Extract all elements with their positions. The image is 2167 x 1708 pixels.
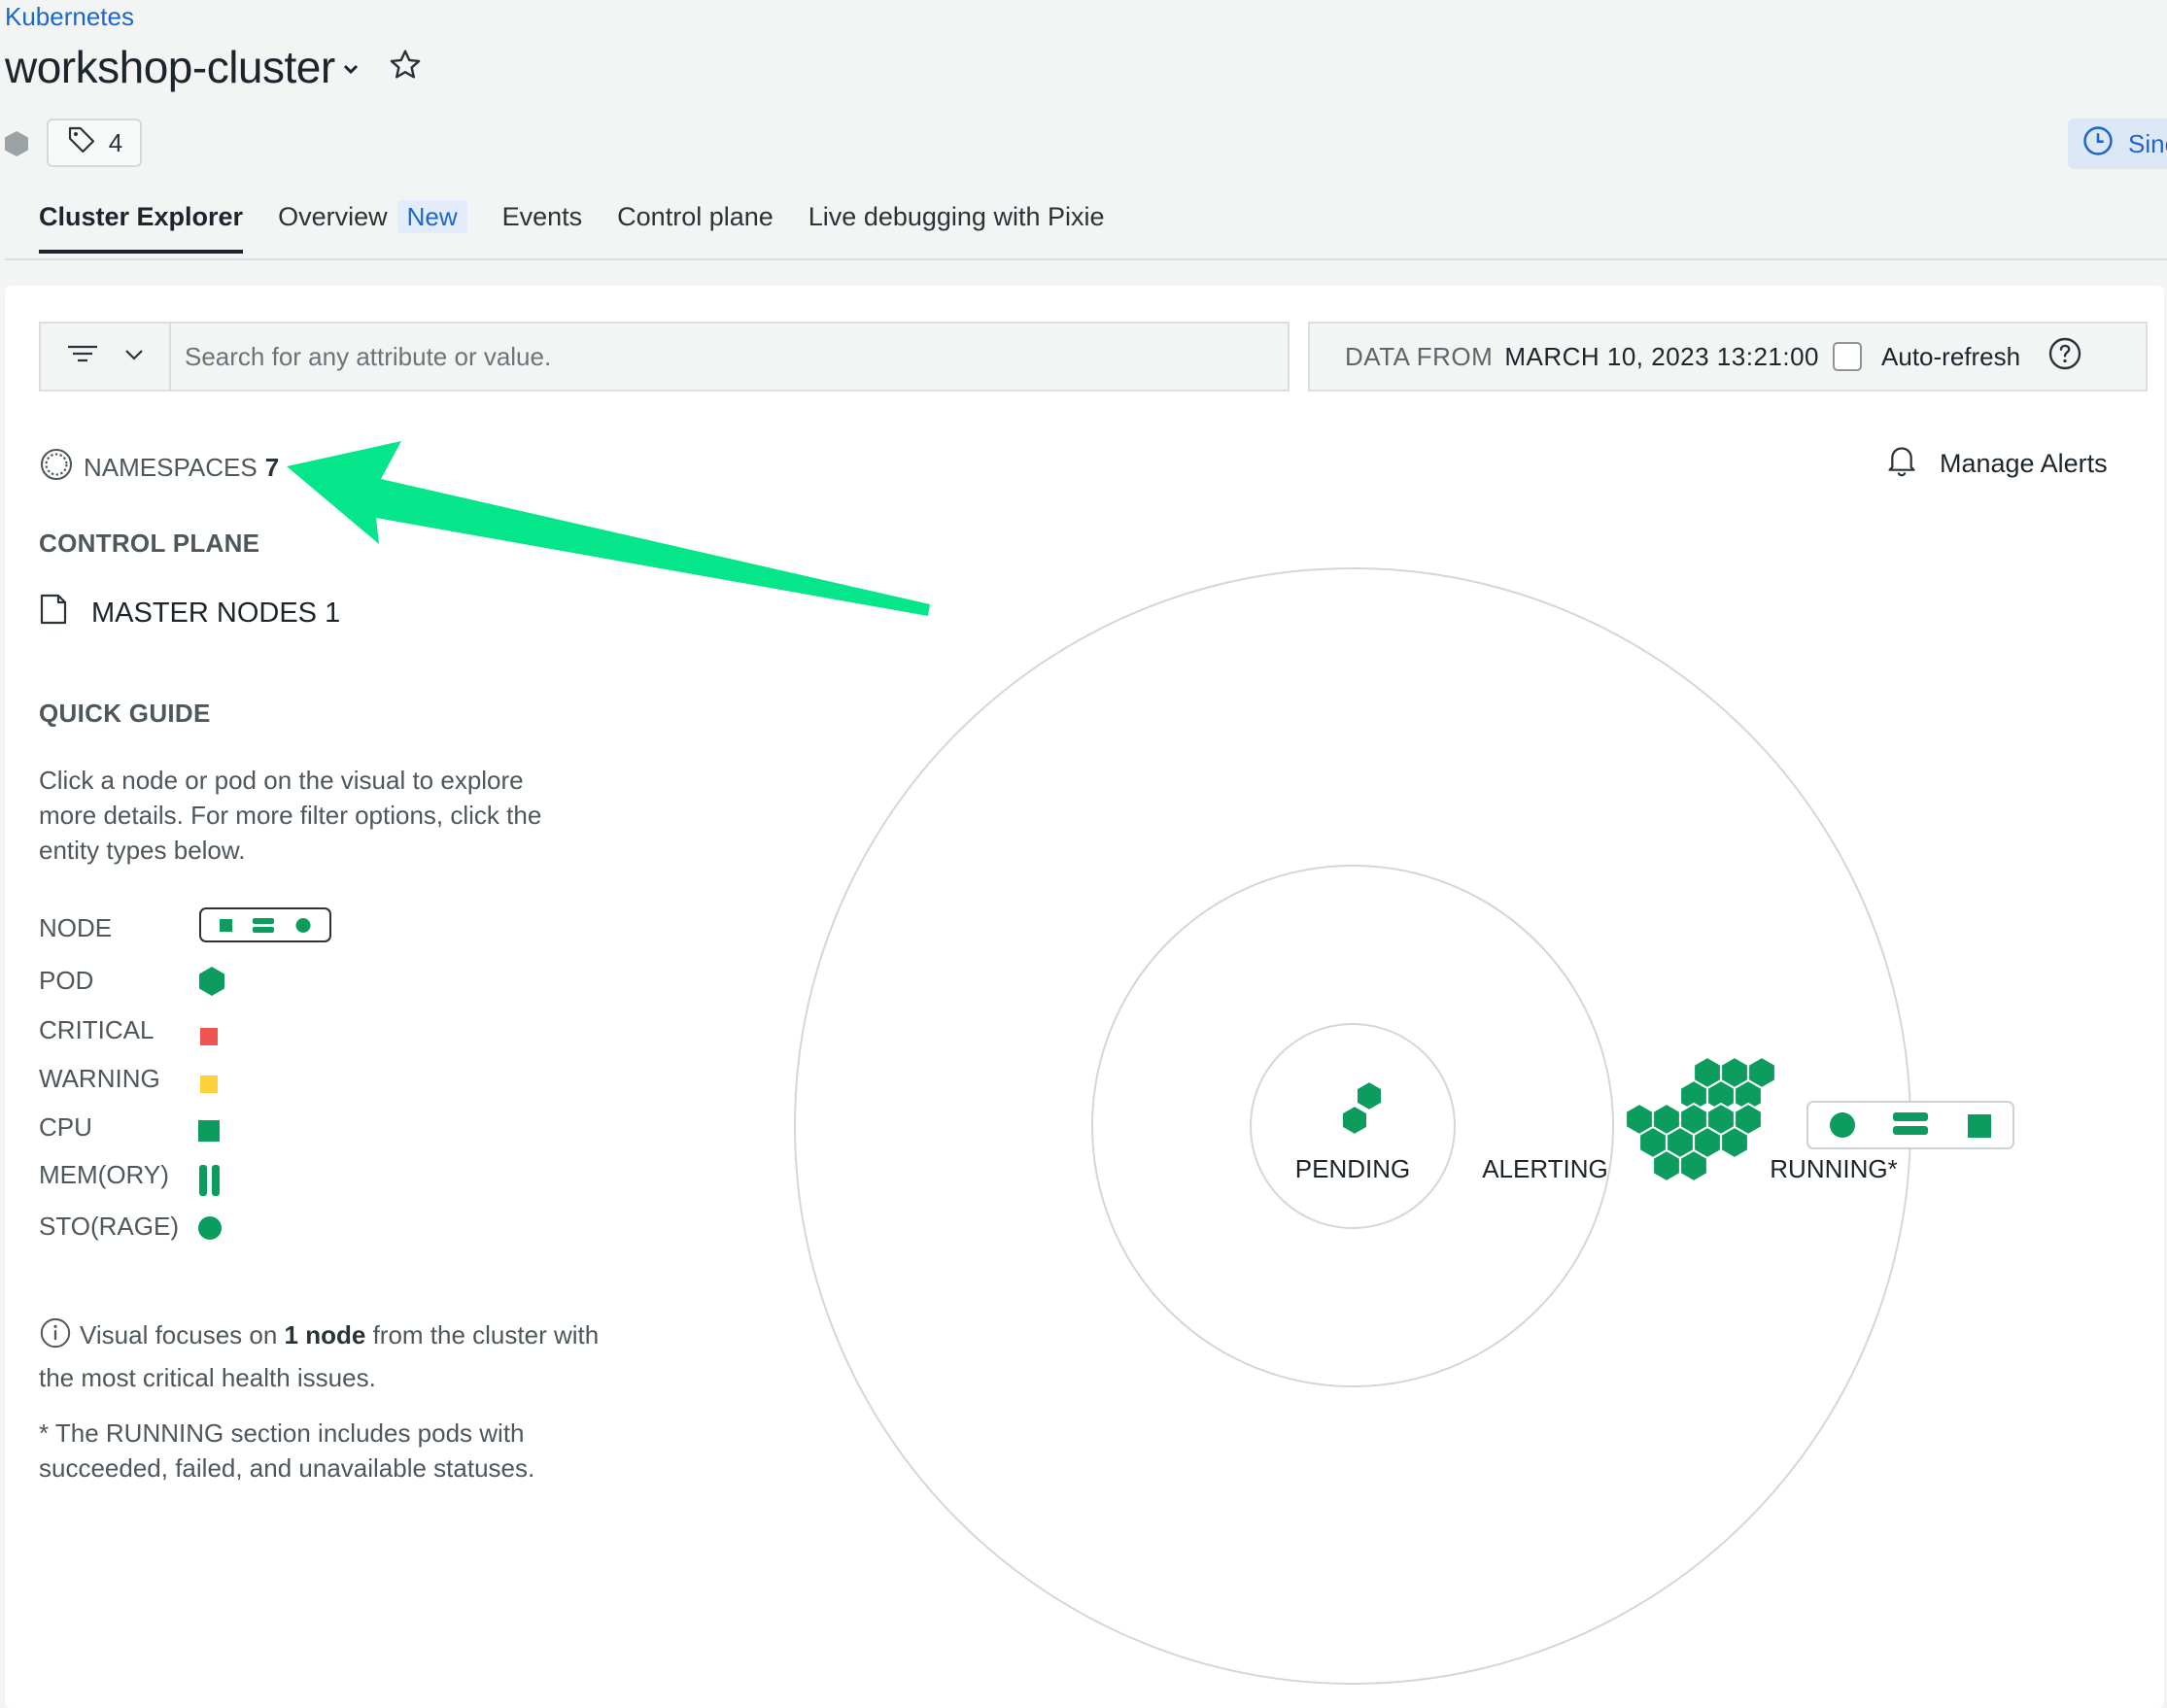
pod-hexagon-icon[interactable] (197, 966, 226, 1004)
quick-guide-text: Click a node or pod on the visual to exp… (39, 766, 542, 865)
master-nodes-item[interactable]: MASTER NODES 1 (39, 593, 340, 633)
info-icon (39, 1316, 72, 1359)
master-nodes-label: MASTER NODES (91, 597, 318, 629)
control-plane-heading: CONTROL PLANE (39, 529, 260, 558)
namespace-icon (39, 447, 74, 489)
memory-bars-icon[interactable] (197, 1164, 223, 1204)
tab-bar: Cluster Explorer Overview New Events Cont… (39, 200, 1139, 254)
cpu-indicator[interactable] (1968, 1114, 1991, 1138)
manage-alerts-button[interactable]: Manage Alerts (1885, 443, 2108, 485)
data-from-label: DATA FROM (1345, 341, 1494, 371)
visual-focus-note: Visual focuses on 1 node from the cluste… (39, 1316, 602, 1396)
auto-refresh-label[interactable]: Auto-refresh (1881, 342, 2020, 372)
tab-cluster-explorer[interactable]: Cluster Explorer (39, 202, 244, 254)
legend-memory[interactable]: MEM(ORY) (39, 1160, 169, 1190)
filter-dropdown[interactable] (41, 324, 171, 390)
data-from-value[interactable]: MARCH 10, 2023 13:21:00 (1504, 342, 1819, 372)
legend-warning[interactable]: WARNING (39, 1064, 160, 1094)
tag-icon (66, 124, 97, 162)
breadcrumb-kubernetes[interactable]: Kubernetes (5, 2, 134, 32)
pod-hexagon[interactable] (1652, 1148, 1681, 1183)
critical-square-icon[interactable] (200, 1022, 218, 1052)
tag-count: 4 (108, 127, 123, 157)
storage-circle-icon[interactable] (197, 1215, 223, 1247)
clock-icon (2081, 124, 2115, 164)
tab-live-debugging-pixie[interactable]: Live debugging with Pixie (808, 202, 1105, 254)
legend-critical[interactable]: CRITICAL (39, 1015, 154, 1045)
master-nodes-count: 1 (325, 597, 341, 629)
auto-refresh-checkbox[interactable] (1833, 342, 1863, 371)
running-node (1806, 1101, 2014, 1149)
title-row: workshop-cluster (5, 41, 423, 93)
cpu-square-icon[interactable] (198, 1118, 220, 1148)
pod-hexagon[interactable] (1356, 1079, 1383, 1112)
legend-cpu[interactable]: CPU (39, 1112, 92, 1143)
page-title: workshop-cluster (5, 42, 335, 92)
filter-icon (66, 343, 99, 371)
quick-guide-heading: QUICK GUIDE (39, 699, 211, 728)
legend-storage[interactable]: STO(RAGE) (39, 1212, 179, 1242)
search-input[interactable] (171, 340, 1255, 373)
memory-indicator[interactable] (1893, 1112, 1928, 1121)
tab-control-plane[interactable]: Control plane (617, 202, 774, 254)
node-icon[interactable] (198, 906, 334, 952)
help-icon[interactable] (2047, 336, 2082, 378)
legend-pod[interactable]: POD (39, 966, 93, 996)
tab-overview[interactable]: Overview New (278, 200, 467, 254)
entity-status-hex-icon (4, 130, 29, 162)
legend-node[interactable]: NODE (39, 913, 112, 943)
memory-indicator[interactable] (1893, 1126, 1928, 1135)
tags-button[interactable]: 4 (47, 119, 142, 167)
bell-icon (1885, 443, 1918, 485)
new-badge: New (396, 200, 467, 233)
time-picker-label: Since (2128, 128, 2167, 158)
manage-alerts-label: Manage Alerts (1940, 449, 2108, 478)
storage-indicator[interactable] (1830, 1112, 1855, 1138)
pod-hexagon[interactable] (1679, 1148, 1708, 1183)
chevron-down-icon (124, 348, 144, 365)
favorite-star-icon[interactable] (388, 48, 423, 87)
pod-hexagon[interactable] (1720, 1125, 1749, 1160)
cluster-explorer-panel (5, 286, 2164, 1708)
master-node-icon (39, 593, 68, 633)
namespaces-label: NAMESPACES (84, 453, 258, 482)
data-from-box: DATA FROM MARCH 10, 2023 13:21:00 Auto-r… (1308, 322, 2148, 392)
chevron-down-icon[interactable] (343, 62, 359, 80)
warning-square-icon[interactable] (200, 1070, 218, 1100)
running-section-note: * The RUNNING section includes pods with… (39, 1418, 535, 1483)
tabs-divider (5, 258, 2167, 260)
namespaces-filter[interactable]: NAMESPACES 7 (39, 447, 279, 489)
time-picker-button[interactable]: Since (2068, 119, 2167, 169)
tab-events[interactable]: Events (502, 202, 583, 254)
namespaces-count: 7 (264, 453, 280, 482)
pod-hexagon[interactable] (1341, 1104, 1368, 1137)
search-bar (39, 322, 1290, 392)
